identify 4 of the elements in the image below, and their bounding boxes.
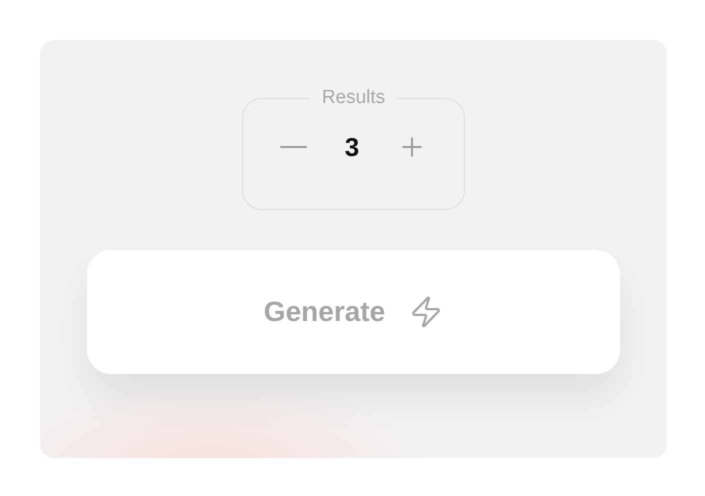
stepper-label: Results bbox=[320, 87, 386, 109]
minus-icon bbox=[280, 146, 307, 148]
generate-button[interactable]: Generate bbox=[87, 250, 620, 374]
stepper-value: 3 bbox=[344, 132, 360, 162]
